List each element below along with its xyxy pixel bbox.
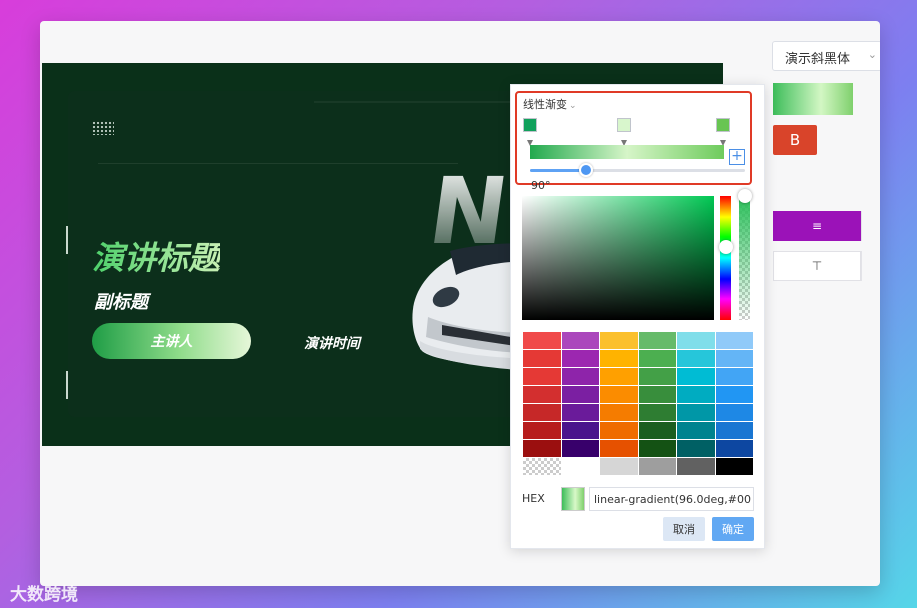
- speech-time-text[interactable]: 演讲时间: [304, 333, 360, 353]
- palette-swatch[interactable]: [600, 440, 638, 457]
- cancel-button[interactable]: 取消: [663, 517, 705, 541]
- palette-swatch[interactable]: [561, 368, 599, 385]
- align-center-icon: ≡: [811, 219, 823, 233]
- slide-subtitle[interactable]: 副标题: [94, 288, 148, 314]
- hex-input[interactable]: linear-gradient(96.0deg,#00: [589, 487, 754, 511]
- slide-left-bar-top: [66, 226, 68, 254]
- palette-swatch[interactable]: [600, 404, 638, 421]
- palette-swatch[interactable]: [677, 386, 715, 403]
- add-stop-icon[interactable]: +: [729, 149, 745, 165]
- palette-swatch[interactable]: [638, 458, 676, 475]
- palette-swatch[interactable]: [715, 422, 753, 439]
- palette-swatch[interactable]: [715, 368, 753, 385]
- palette-swatch[interactable]: [600, 368, 638, 385]
- palette-swatch[interactable]: [561, 422, 599, 439]
- palette-swatch[interactable]: [561, 440, 599, 457]
- palette-swatch[interactable]: [677, 404, 715, 421]
- chevron-down-icon: ⌄: [569, 101, 577, 111]
- palette-swatch[interactable]: [715, 458, 753, 475]
- speaker-pill[interactable]: 主讲人: [92, 323, 251, 359]
- slide-left-bar-bottom: [66, 371, 68, 399]
- palette-swatch[interactable]: [638, 386, 676, 403]
- palette-swatch[interactable]: [561, 332, 599, 349]
- palette-swatch[interactable]: [715, 404, 753, 421]
- palette-swatch[interactable]: [561, 386, 599, 403]
- hex-label: HEX: [522, 492, 545, 505]
- angle-slider[interactable]: [530, 169, 745, 172]
- palette-swatch[interactable]: [523, 368, 561, 385]
- preset-color-palette: [523, 332, 753, 475]
- font-family-select[interactable]: 演示斜黑体 ⌄: [772, 41, 880, 71]
- align-top-button[interactable]: ⊤: [773, 251, 861, 281]
- palette-swatch[interactable]: [523, 458, 561, 475]
- palette-swatch[interactable]: [677, 332, 715, 349]
- chevron-down-icon: ⌄: [867, 48, 877, 61]
- palette-swatch[interactable]: [600, 422, 638, 439]
- palette-swatch[interactable]: [523, 350, 561, 367]
- palette-swatch[interactable]: [715, 332, 753, 349]
- gradient-type-value: 线性渐变: [523, 98, 567, 111]
- palette-swatch[interactable]: [600, 386, 638, 403]
- palette-swatch[interactable]: [715, 440, 753, 457]
- gradient-preview-bar[interactable]: [530, 145, 724, 159]
- palette-swatch[interactable]: [715, 386, 753, 403]
- palette-swatch[interactable]: [677, 422, 715, 439]
- palette-swatch[interactable]: [677, 458, 715, 475]
- palette-swatch[interactable]: [677, 368, 715, 385]
- palette-swatch[interactable]: [523, 440, 561, 457]
- current-color-swatch: [561, 487, 585, 511]
- gradient-stop-3[interactable]: [716, 118, 730, 132]
- slide-top-line: [314, 101, 514, 103]
- slide-title[interactable]: 演讲标题: [92, 233, 220, 279]
- align-top-icon: ⊤: [811, 259, 823, 273]
- dot-grid-decoration: [92, 121, 114, 135]
- hue-slider[interactable]: [720, 196, 731, 320]
- angle-value: 90°: [531, 179, 551, 192]
- palette-swatch[interactable]: [523, 332, 561, 349]
- palette-swatch[interactable]: [561, 458, 599, 475]
- palette-swatch[interactable]: [677, 350, 715, 367]
- palette-swatch[interactable]: [638, 440, 676, 457]
- panel-divider: [861, 251, 862, 281]
- gradient-stop-2[interactable]: [617, 118, 631, 132]
- palette-swatch[interactable]: [638, 422, 676, 439]
- confirm-button[interactable]: 确定: [712, 517, 754, 541]
- palette-swatch[interactable]: [638, 368, 676, 385]
- align-center-button[interactable]: ≡: [773, 211, 861, 241]
- panel-divider: [861, 211, 862, 241]
- gradient-type-select[interactable]: 线性渐变 ⌄: [523, 96, 577, 112]
- watermark-text: 大数跨境: [10, 585, 78, 605]
- alpha-slider-handle[interactable]: [738, 189, 752, 203]
- hue-slider-handle[interactable]: [719, 240, 733, 254]
- palette-swatch[interactable]: [523, 422, 561, 439]
- palette-swatch[interactable]: [600, 458, 638, 475]
- saturation-value-panel[interactable]: [522, 196, 714, 320]
- gradient-stop-1[interactable]: [523, 118, 537, 132]
- palette-swatch[interactable]: [677, 440, 715, 457]
- slide-divider-line: [98, 163, 458, 164]
- alpha-slider[interactable]: [739, 196, 750, 320]
- bold-button[interactable]: B: [773, 125, 817, 155]
- palette-swatch[interactable]: [638, 332, 676, 349]
- palette-swatch[interactable]: [523, 404, 561, 421]
- palette-swatch[interactable]: [561, 404, 599, 421]
- fill-gradient-swatch[interactable]: [773, 83, 853, 115]
- palette-swatch[interactable]: [523, 386, 561, 403]
- palette-swatch[interactable]: [638, 350, 676, 367]
- palette-swatch[interactable]: [600, 332, 638, 349]
- palette-swatch[interactable]: [600, 350, 638, 367]
- angle-slider-handle[interactable]: [579, 163, 593, 177]
- palette-swatch[interactable]: [561, 350, 599, 367]
- font-family-value: 演示斜黑体: [785, 52, 851, 67]
- palette-swatch[interactable]: [715, 350, 753, 367]
- palette-swatch[interactable]: [638, 404, 676, 421]
- color-picker-popup: 线性渐变 ⌄ + 90° HEX linear-gradient(96.0deg,…: [510, 84, 765, 549]
